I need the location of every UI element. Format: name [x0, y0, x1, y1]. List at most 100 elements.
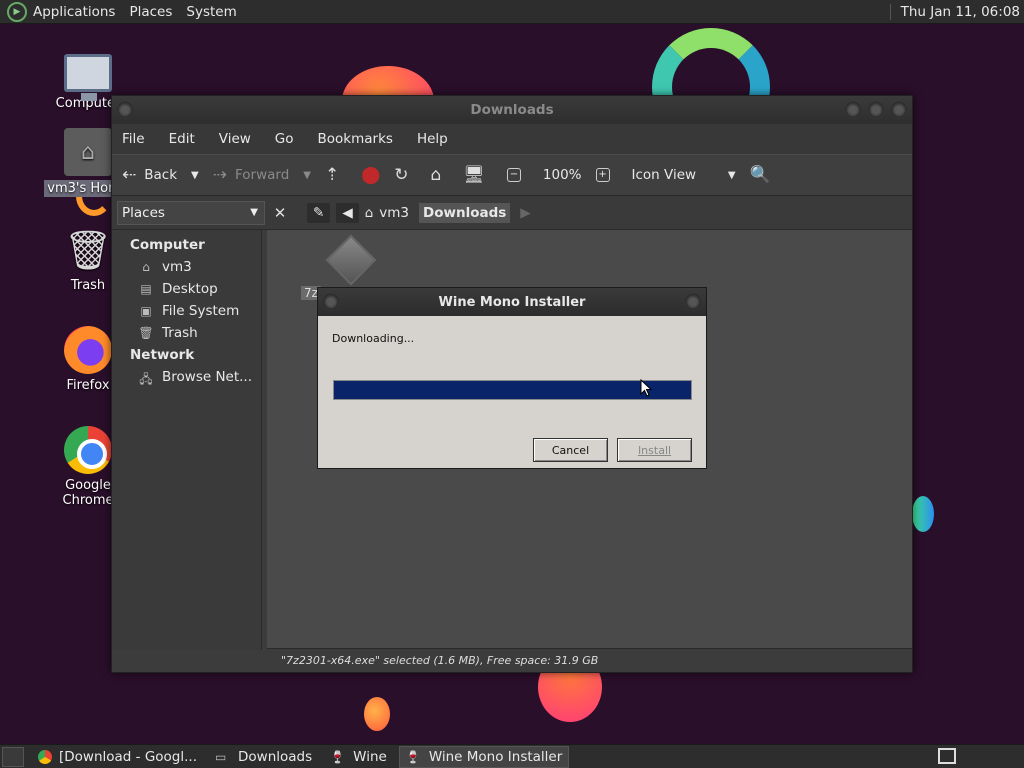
wine-glass-icon: 🍷	[405, 749, 421, 764]
firefox-icon	[64, 326, 112, 374]
maximize-button[interactable]	[867, 101, 885, 119]
system-menu[interactable]: System	[186, 4, 236, 20]
breadcrumb-left-arrow-icon[interactable]: ◀	[336, 202, 359, 223]
reload-button[interactable]: ↻	[394, 165, 416, 185]
chrome-icon	[38, 749, 52, 764]
dialog-titlebar[interactable]: Wine Mono Installer	[318, 288, 706, 316]
status-bar: "7z2301-x64.exe" selected (1.6 MB), Free…	[267, 648, 912, 672]
search-button[interactable]: 🔍	[750, 165, 779, 185]
network-icon: 🖧	[139, 372, 153, 386]
mate-logo-icon[interactable]: ▶	[7, 1, 27, 22]
sidebar-heading-network: Network	[130, 347, 195, 363]
menu-file[interactable]: File	[122, 131, 145, 147]
install-button[interactable]: Install	[617, 438, 692, 462]
zoom-out-button[interactable]: −	[506, 168, 529, 182]
status-text: "7z2301-x64.exe" selected (1.6 MB), Free…	[281, 654, 599, 667]
home-folder-icon: ⌂	[142, 260, 150, 274]
places-select-label: Places	[122, 204, 165, 221]
home-icon: ⌂	[430, 165, 442, 185]
menu-view[interactable]: View	[219, 131, 251, 147]
home-folder-icon: ⌂	[64, 128, 112, 176]
sidebar-item-label: File System	[162, 303, 240, 319]
forward-label: Forward	[234, 167, 290, 183]
taskbar-item-wine[interactable]: 🍷 Wine	[324, 746, 393, 768]
applications-menu[interactable]: Applications	[33, 4, 115, 20]
stop-button[interactable]: ⬤	[361, 165, 380, 185]
computer-icon: 🖥	[463, 165, 485, 185]
sidebar-item-vm3[interactable]: ⌂ vm3	[112, 256, 261, 278]
zoom-out-icon: −	[506, 168, 521, 182]
up-arrow-icon: ⇡	[324, 165, 340, 185]
menu-help[interactable]: Help	[417, 131, 448, 147]
executable-file-icon[interactable]	[325, 234, 377, 286]
toggle-location-entry-button[interactable]: ✎	[307, 202, 331, 223]
close-button[interactable]	[890, 101, 908, 119]
location-row: Places ▼ ✕ ✎ ◀ ⌂ vm3 Downloads ▶	[112, 196, 912, 230]
computer-button[interactable]: 🖥	[463, 165, 493, 185]
zoom-level: 100%	[543, 167, 582, 183]
chrome-icon	[64, 426, 112, 474]
close-sidebar-icon[interactable]: ✕	[269, 202, 291, 224]
taskbar-item-label: [Download - Googl...	[59, 748, 197, 765]
breadcrumb-vm3[interactable]: vm3	[379, 205, 409, 221]
trash-icon: 🗑	[138, 326, 154, 340]
mouse-cursor-icon	[640, 379, 652, 397]
breadcrumb-right-arrow-icon[interactable]: ▶	[520, 205, 530, 221]
cancel-button[interactable]: Cancel	[533, 438, 608, 462]
back-history-dropdown[interactable]: ▼	[191, 170, 199, 181]
chevron-down-icon: ▼	[303, 169, 311, 181]
minimize-button[interactable]	[844, 101, 862, 119]
breadcrumb-downloads[interactable]: Downloads	[419, 202, 511, 223]
show-desktop-button[interactable]	[2, 746, 24, 767]
menu-bookmarks[interactable]: Bookmarks	[318, 131, 393, 147]
search-icon: 🔍	[749, 165, 771, 185]
forward-history-dropdown[interactable]: ▼	[303, 170, 311, 181]
taskbar-item-label: Wine Mono Installer	[428, 748, 563, 765]
clock[interactable]: Thu Jan 11, 06:08	[889, 3, 1020, 20]
menubar: File Edit View Go Bookmarks Help	[112, 124, 912, 154]
top-panel: ▶ Applications Places System Thu Jan 11,…	[0, 0, 1024, 24]
back-button[interactable]: ⇠ Back	[122, 165, 177, 185]
sidebar-type-select[interactable]: Places ▼	[117, 200, 265, 225]
dialog-title: Wine Mono Installer	[438, 294, 586, 310]
workspace-switcher-icon[interactable]	[938, 748, 956, 764]
zoom-in-button[interactable]: +	[595, 168, 618, 182]
window-menu-button[interactable]	[322, 293, 340, 311]
sidebar-item-trash[interactable]: 🗑 Trash	[112, 322, 261, 344]
download-status: Downloading...	[332, 332, 415, 345]
menu-edit[interactable]: Edit	[169, 131, 195, 147]
window-titlebar[interactable]: Downloads	[112, 96, 912, 124]
places-menu[interactable]: Places	[129, 4, 172, 20]
home-button[interactable]: ⌂	[431, 165, 450, 185]
view-mode-select[interactable]: Icon View ▼	[632, 167, 736, 183]
sidebar-item-browse-network[interactable]: 🖧 Browse Net...	[112, 366, 261, 388]
toolbar: ⇠ Back ▼ ⇢ Forward ▼ ⇡ ⬤ ↻ ⌂ 🖥 − 100% + …	[112, 154, 912, 196]
taskbar-item-downloads[interactable]: ▭ Downloads	[209, 746, 318, 768]
sidebar-heading-computer: Computer	[130, 237, 205, 253]
folder-icon: ⌂	[364, 204, 374, 221]
view-mode-label: Icon View	[631, 167, 697, 183]
chevron-down-icon: ▼	[250, 207, 258, 218]
desktop-folder-icon: ▤	[140, 282, 152, 296]
window-menu-button[interactable]	[116, 101, 134, 119]
sidebar-item-file-system[interactable]: ▣ File System	[112, 300, 261, 322]
chevron-down-icon: ▼	[191, 169, 199, 181]
chevron-down-icon: ▼	[727, 169, 736, 181]
close-button[interactable]	[684, 293, 702, 311]
wallpaper-blob	[364, 697, 390, 731]
forward-button[interactable]: ⇢ Forward	[213, 165, 290, 185]
back-label: Back	[144, 167, 178, 183]
menu-go[interactable]: Go	[275, 131, 294, 147]
taskbar-item-wine-mono-installer[interactable]: 🍷 Wine Mono Installer	[398, 745, 570, 768]
wine-glass-icon: 🍷	[330, 749, 346, 764]
zoom-in-icon: +	[595, 168, 610, 182]
computer-icon	[64, 54, 112, 101]
up-button[interactable]: ⇡	[325, 165, 347, 185]
forward-arrow-icon: ⇢	[212, 165, 227, 185]
trash-icon: 🗑	[63, 227, 113, 272]
sidebar-item-label: Trash	[162, 325, 198, 341]
taskbar-item-chrome[interactable]: [Download - Googl...	[32, 746, 203, 768]
sidebar-item-desktop[interactable]: ▤ Desktop	[112, 278, 261, 300]
wallpaper-blob	[912, 496, 934, 532]
window-title: Downloads	[470, 102, 554, 118]
